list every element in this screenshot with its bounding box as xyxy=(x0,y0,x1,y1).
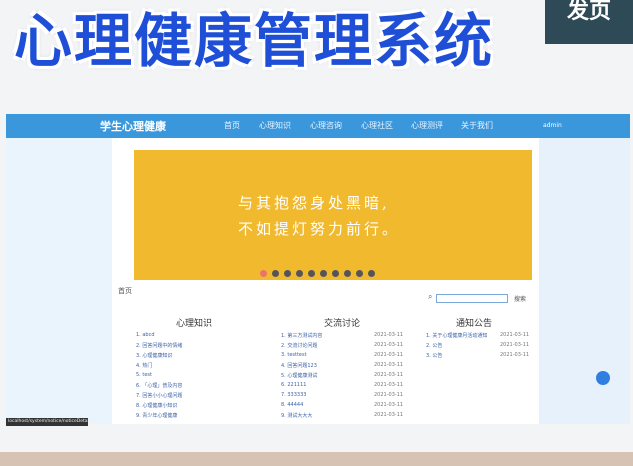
carousel-dot[interactable] xyxy=(368,270,375,277)
knowledge-list-item[interactable]: 3. 心理健康知识 xyxy=(136,352,172,359)
community-list-item[interactable]: 5. 心理健康测试 xyxy=(281,372,317,379)
community-list-item[interactable]: 6. 221111 xyxy=(281,382,306,388)
bottom-strip xyxy=(0,452,633,466)
column-title-knowledge: 心理知识 xyxy=(176,319,213,329)
hero-banner[interactable]: 与其抱怨身处黑暗, 不如提灯努力前行。 xyxy=(134,150,532,280)
corner-ribbon: 发页 xyxy=(545,0,633,44)
right-panel xyxy=(539,138,630,424)
nav-consult[interactable]: 心理咨询 xyxy=(310,120,342,131)
notice-list-date: 2021-03-11 xyxy=(500,352,530,358)
column-title-community: 交流讨论 xyxy=(324,319,361,329)
community-list-item[interactable]: 8. 44444 xyxy=(281,402,303,408)
banner-line-2: 不如提灯努力前行。 xyxy=(238,220,401,238)
hero-title: 心理健康管理系统 xyxy=(14,7,495,75)
community-list-date: 2021-03-11 xyxy=(374,352,404,358)
community-list-date: 2021-03-11 xyxy=(374,412,404,418)
nav-home[interactable]: 首页 xyxy=(224,120,240,131)
search-button[interactable]: 搜索 xyxy=(514,294,526,303)
notice-list-item[interactable]: 1. 关于心理健康月活动通知 xyxy=(426,332,487,339)
knowledge-list-item[interactable]: 1. abcd xyxy=(136,332,155,338)
knowledge-list-item[interactable]: 9. 青少年心理健康 xyxy=(136,412,177,419)
community-list-item[interactable]: 3. testtest xyxy=(281,352,307,358)
site-screenshot: 学生心理健康 首页 心理知识 心理咨询 心理社区 心理测评 关于我们 admin… xyxy=(6,114,630,424)
community-list-date: 2021-03-11 xyxy=(374,372,404,378)
chat-icon[interactable] xyxy=(596,371,610,385)
knowledge-list-item[interactable]: 8. 心理健康小知识 xyxy=(136,402,177,409)
community-list-date: 2021-03-11 xyxy=(374,332,404,338)
knowledge-list-item[interactable]: 4. 热门 xyxy=(136,362,152,369)
knowledge-list-item[interactable]: 7. 回答小小心理问题 xyxy=(136,392,182,399)
top-navbar: 学生心理健康 首页 心理知识 心理咨询 心理社区 心理测评 关于我们 admin xyxy=(6,114,630,138)
left-panel xyxy=(6,138,112,424)
carousel-dot[interactable] xyxy=(320,270,327,277)
community-list-date: 2021-03-11 xyxy=(374,402,404,408)
community-list-item[interactable]: 7. 333333 xyxy=(281,392,306,398)
carousel-dot[interactable] xyxy=(296,270,303,277)
community-list-item[interactable]: 9. 测试大大大 xyxy=(281,412,312,419)
status-bar: localhost/system/notice/noticeDetails/1 xyxy=(6,418,97,426)
community-list-date: 2021-03-11 xyxy=(374,392,404,398)
carousel-dot[interactable] xyxy=(284,270,291,277)
carousel-dot[interactable] xyxy=(344,270,351,277)
notice-list-item[interactable]: 3. 公告 xyxy=(426,352,442,359)
community-list-item[interactable]: 4. 回答问题123 xyxy=(281,362,317,369)
community-list-date: 2021-03-11 xyxy=(374,382,404,388)
carousel-dot[interactable] xyxy=(332,270,339,277)
community-list-date: 2021-03-11 xyxy=(374,342,404,348)
carousel-dots[interactable] xyxy=(260,270,375,277)
knowledge-list-item[interactable]: 2. 回答问题中的情绪 xyxy=(136,342,182,349)
notice-list-date: 2021-03-11 xyxy=(500,332,530,338)
banner-line-1: 与其抱怨身处黑暗, xyxy=(238,194,390,212)
carousel-dot[interactable] xyxy=(308,270,315,277)
notice-list-date: 2021-03-11 xyxy=(500,342,530,348)
search-input[interactable] xyxy=(436,294,508,303)
carousel-dot[interactable] xyxy=(260,270,267,277)
community-list-date: 2021-03-11 xyxy=(374,362,404,368)
community-list-item[interactable]: 1. 第三方测试内容 xyxy=(281,332,322,339)
nav-knowledge[interactable]: 心理知识 xyxy=(259,120,291,131)
column-title-notice: 通知公告 xyxy=(456,319,493,329)
carousel-dot[interactable] xyxy=(272,270,279,277)
search-icon: ⌕ xyxy=(428,292,433,301)
knowledge-list-item[interactable]: 6. 「心理」普及内容 xyxy=(136,382,182,389)
carousel-dot[interactable] xyxy=(356,270,363,277)
nav-community[interactable]: 心理社区 xyxy=(361,120,393,131)
community-list-item[interactable]: 2. 交流讨论问题 xyxy=(281,342,317,349)
notice-list-item[interactable]: 2. 公告 xyxy=(426,342,442,349)
breadcrumb[interactable]: 首页 xyxy=(118,286,132,296)
nav-about[interactable]: 关于我们 xyxy=(461,120,493,131)
site-logo[interactable]: 学生心理健康 xyxy=(100,118,166,134)
nav-test[interactable]: 心理测评 xyxy=(411,120,443,131)
user-name[interactable]: admin xyxy=(543,122,562,129)
knowledge-list-item[interactable]: 5. test xyxy=(136,372,152,378)
